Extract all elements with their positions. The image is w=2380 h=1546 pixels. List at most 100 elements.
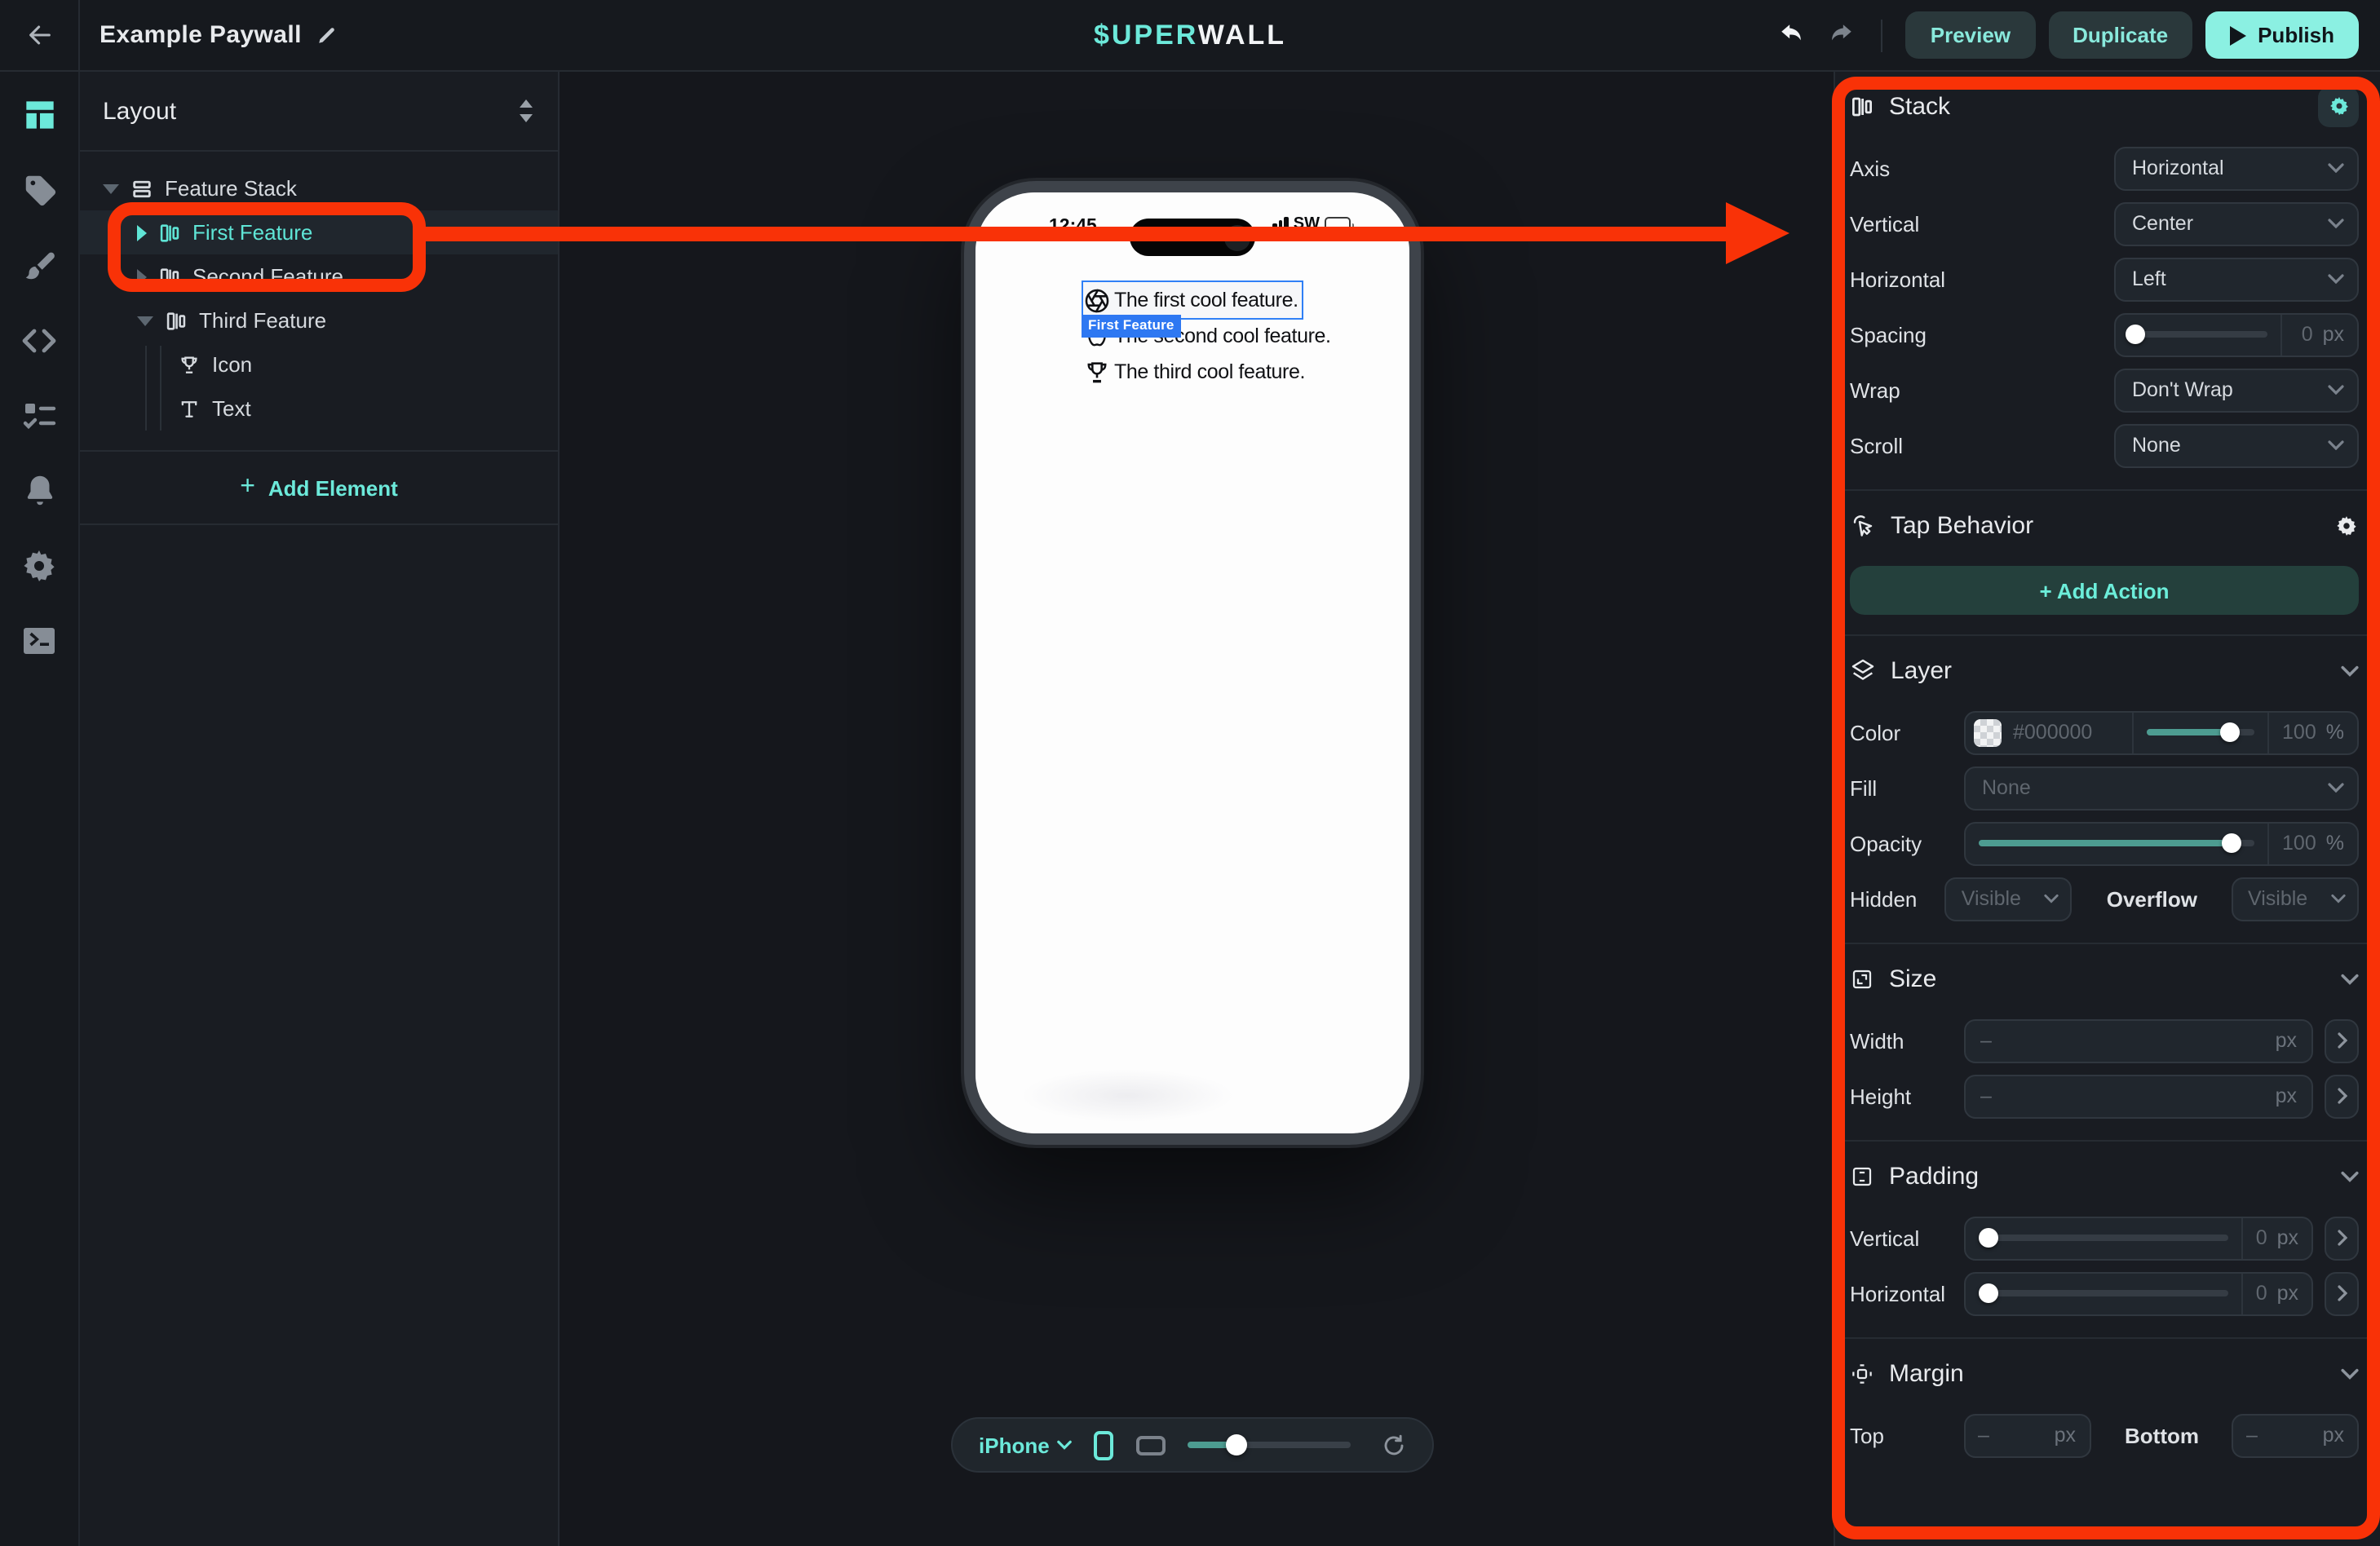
tree-item-feature-stack[interactable]: Feature Stack bbox=[80, 166, 558, 210]
undo-button[interactable] bbox=[1774, 17, 1810, 53]
zoom-slider-thumb[interactable] bbox=[1227, 1434, 1248, 1455]
rail-products-tab[interactable] bbox=[15, 166, 63, 214]
padding-vertical-field[interactable]: 0 px bbox=[2243, 1226, 2311, 1249]
rail-code-tab[interactable] bbox=[15, 316, 63, 364]
bell-icon bbox=[20, 471, 58, 509]
margin-bottom-field[interactable]: – px bbox=[2232, 1413, 2359, 1457]
tap-settings-button[interactable] bbox=[2334, 513, 2359, 537]
tree-guide-line bbox=[145, 346, 147, 431]
scroll-row: Scroll None bbox=[1850, 417, 2359, 473]
undo-icon bbox=[1778, 21, 1806, 49]
gear-icon bbox=[20, 546, 59, 585]
landscape-toggle[interactable] bbox=[1136, 1434, 1167, 1455]
padding-horizontal-field[interactable]: 0 px bbox=[2243, 1282, 2311, 1305]
redo-button[interactable] bbox=[1823, 17, 1859, 53]
gear-icon bbox=[2334, 513, 2359, 537]
zoom-slider[interactable] bbox=[1188, 1442, 1351, 1448]
rail-terminal-tab[interactable] bbox=[15, 616, 63, 664]
publish-button[interactable]: Publish bbox=[2205, 11, 2359, 59]
rail-settings-tab[interactable] bbox=[15, 541, 63, 589]
portrait-icon bbox=[1094, 1429, 1115, 1460]
add-action-button[interactable]: + Add Action bbox=[1850, 566, 2359, 615]
superwall-editor: Example Paywall $UPERWALL Preview Duplic… bbox=[0, 0, 2380, 1546]
color-hex-field[interactable]: #000000 bbox=[2013, 721, 2132, 744]
height-field[interactable]: – px bbox=[1964, 1074, 2313, 1118]
scroll-dropdown[interactable]: None bbox=[2114, 423, 2359, 467]
collapse-margin-button[interactable] bbox=[2341, 1367, 2359, 1379]
fill-dropdown[interactable]: None bbox=[1964, 766, 2359, 810]
horizontal-align-dropdown[interactable]: Left bbox=[2114, 257, 2359, 301]
device-toolbar: iPhone bbox=[951, 1417, 1434, 1473]
rail-notifications-tab[interactable] bbox=[15, 466, 63, 514]
overflow-dropdown[interactable]: Visible bbox=[2232, 877, 2359, 921]
color-swatch[interactable] bbox=[1974, 718, 2002, 746]
device-label: iPhone bbox=[979, 1433, 1050, 1457]
vertical-align-dropdown[interactable]: Center bbox=[2114, 201, 2359, 245]
tree-item-text[interactable]: Text bbox=[80, 386, 558, 431]
feature-row[interactable]: The third cool feature. bbox=[1083, 354, 1302, 390]
sort-icon[interactable] bbox=[517, 99, 535, 122]
collapse-size-button[interactable] bbox=[2341, 973, 2359, 984]
battery-icon bbox=[1325, 217, 1351, 232]
feature-list: The first cool feature. The second cool … bbox=[1083, 282, 1302, 390]
size-icon bbox=[1850, 966, 1874, 991]
spacing-value-field[interactable]: 0 px bbox=[2282, 323, 2357, 346]
axis-dropdown[interactable]: Horizontal bbox=[2114, 146, 2359, 190]
spacing-slider[interactable] bbox=[2116, 314, 2280, 355]
caret-right-icon[interactable] bbox=[137, 268, 147, 285]
opacity-slider[interactable] bbox=[1966, 823, 2267, 864]
padding-horizontal-expand-button[interactable] bbox=[2325, 1271, 2359, 1315]
padding-vertical-thumb[interactable] bbox=[1979, 1228, 1998, 1248]
color-slider-thumb[interactable] bbox=[2221, 722, 2241, 742]
section-title: Padding bbox=[1889, 1162, 1979, 1190]
caret-right-icon[interactable] bbox=[137, 224, 147, 241]
rail-theme-tab[interactable] bbox=[15, 241, 63, 289]
duplicate-button[interactable]: Duplicate bbox=[2048, 11, 2192, 59]
height-expand-button[interactable] bbox=[2325, 1074, 2359, 1118]
padding-vertical-expand-button[interactable] bbox=[2325, 1216, 2359, 1260]
rail-checklist-tab[interactable] bbox=[15, 391, 63, 439]
portrait-toggle[interactable] bbox=[1094, 1429, 1115, 1460]
wrap-dropdown[interactable]: Don't Wrap bbox=[2114, 368, 2359, 412]
add-element-button[interactable]: + Add Element bbox=[80, 450, 558, 525]
padding-vertical-row: Vertical 0 px bbox=[1850, 1210, 2359, 1266]
preview-button[interactable]: Preview bbox=[1906, 11, 2035, 59]
collapse-padding-button[interactable] bbox=[2341, 1170, 2359, 1182]
stack-settings-button[interactable] bbox=[2318, 86, 2359, 126]
logo-rest: WALL bbox=[1198, 19, 1286, 50]
collapse-layer-button[interactable] bbox=[2341, 665, 2359, 676]
color-opacity-slider[interactable] bbox=[2134, 712, 2267, 753]
width-expand-button[interactable] bbox=[2325, 1018, 2359, 1062]
back-button[interactable] bbox=[0, 0, 80, 71]
padding-horizontal-slider[interactable] bbox=[1966, 1291, 2241, 1296]
layer-tree: Feature Stack First Feature Second Featu… bbox=[80, 152, 558, 431]
rail-layout-tab[interactable] bbox=[15, 91, 63, 139]
feature-row-selected[interactable]: The first cool feature. bbox=[1083, 282, 1302, 318]
padding-horizontal-thumb[interactable] bbox=[1979, 1283, 1998, 1303]
topbar-divider bbox=[1882, 19, 1883, 51]
refresh-button[interactable] bbox=[1382, 1433, 1406, 1457]
brush-icon bbox=[20, 246, 58, 284]
color-opacity-field[interactable]: 100 % bbox=[2269, 721, 2357, 744]
refresh-icon bbox=[1382, 1433, 1406, 1457]
margin-top-field[interactable]: – px bbox=[1963, 1413, 2090, 1457]
chevron-right-icon bbox=[2337, 1032, 2347, 1049]
tree-item-second-feature[interactable]: Second Feature bbox=[80, 254, 558, 298]
phone-screen[interactable]: 12:45 SW The first cool feature. bbox=[975, 192, 1409, 1133]
tree-item-third-feature[interactable]: Third Feature bbox=[80, 298, 558, 342]
tree-item-icon[interactable]: Icon bbox=[80, 342, 558, 386]
canvas[interactable]: 12:45 SW The first cool feature. bbox=[561, 72, 1834, 1546]
width-field[interactable]: – px bbox=[1964, 1018, 2313, 1062]
caret-down-icon[interactable] bbox=[103, 183, 119, 193]
opacity-value-field[interactable]: 100 % bbox=[2269, 832, 2357, 855]
padding-vertical-slider[interactable] bbox=[1966, 1235, 2241, 1241]
hidden-dropdown[interactable]: Visible bbox=[1945, 877, 2073, 921]
tree-item-first-feature[interactable]: First Feature bbox=[80, 210, 558, 254]
caret-down-icon[interactable] bbox=[137, 316, 153, 325]
spacing-slider-thumb[interactable] bbox=[2126, 325, 2146, 344]
chevron-down-icon bbox=[2328, 274, 2344, 284]
aperture-icon bbox=[1083, 286, 1111, 314]
opacity-slider-thumb[interactable] bbox=[2223, 833, 2242, 853]
device-select[interactable]: iPhone bbox=[979, 1433, 1073, 1457]
edit-title-button[interactable] bbox=[316, 24, 338, 46]
